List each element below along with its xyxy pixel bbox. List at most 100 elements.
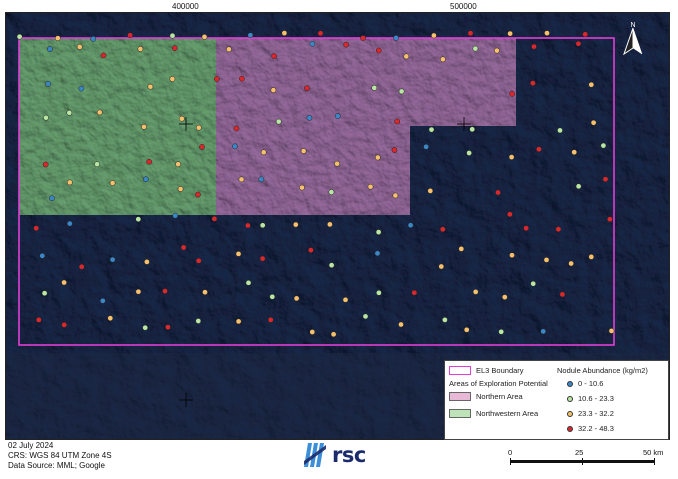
sample-point bbox=[45, 80, 52, 87]
legend-class-4: 32.2 - 48.3 bbox=[567, 424, 614, 433]
sample-point bbox=[309, 40, 316, 47]
sample-point bbox=[575, 183, 582, 190]
footer-date: 02 July 2024 bbox=[8, 441, 54, 450]
sample-point bbox=[608, 328, 615, 334]
scale-bar: 0 25 50 km bbox=[505, 448, 670, 474]
sample-point bbox=[530, 80, 536, 86]
class-4-dot bbox=[567, 425, 573, 432]
sample-point bbox=[271, 53, 277, 59]
class-1-label: 0 - 10.6 bbox=[578, 379, 604, 388]
sample-point bbox=[171, 45, 178, 51]
sample-point bbox=[195, 191, 201, 198]
sample-point bbox=[232, 143, 238, 150]
sample-point bbox=[394, 118, 401, 125]
legend-northwestern-label: Northwestern Area bbox=[476, 409, 539, 418]
sample-point bbox=[374, 250, 381, 257]
sample-point bbox=[66, 220, 73, 227]
x-tick-500000: 500000 bbox=[450, 2, 477, 11]
sample-point bbox=[135, 288, 142, 295]
sample-point bbox=[367, 183, 374, 190]
legend-northern-label: Northern Area bbox=[476, 392, 523, 401]
sample-point bbox=[374, 154, 381, 161]
sample-point bbox=[66, 109, 73, 116]
sample-point bbox=[463, 326, 470, 333]
sample-point bbox=[428, 126, 435, 133]
sample-point bbox=[328, 262, 335, 269]
legend-class-3: 23.3 - 32.2 bbox=[567, 409, 614, 418]
sample-point bbox=[275, 118, 282, 125]
legend-boundary: EL3 Boundary bbox=[449, 366, 524, 375]
sample-point bbox=[96, 109, 103, 116]
sample-point bbox=[169, 76, 176, 82]
sample-point bbox=[238, 176, 245, 183]
sample-point bbox=[299, 184, 305, 191]
sample-point bbox=[259, 255, 266, 262]
sample-point bbox=[582, 31, 589, 38]
sample-point bbox=[245, 279, 252, 286]
sample-point bbox=[211, 215, 218, 222]
northwestern-swatch bbox=[449, 409, 471, 418]
sample-point bbox=[403, 53, 410, 60]
legend-class-1: 0 - 10.6 bbox=[567, 379, 603, 388]
sample-point bbox=[175, 161, 181, 168]
sample-point bbox=[165, 324, 171, 331]
north-arrow-icon: N bbox=[623, 22, 643, 56]
sample-point bbox=[523, 225, 529, 232]
scale-label-50: 50 km bbox=[643, 448, 664, 457]
sample-point bbox=[543, 257, 550, 263]
sample-point bbox=[99, 297, 106, 304]
sample-point bbox=[41, 290, 48, 297]
sample-point bbox=[531, 43, 537, 50]
sample-point bbox=[195, 257, 202, 264]
sample-point bbox=[530, 280, 537, 287]
sample-point bbox=[47, 46, 53, 52]
sample-point bbox=[306, 114, 313, 121]
svg-text:N: N bbox=[630, 22, 635, 29]
sample-point bbox=[442, 317, 448, 323]
logo-text: rsc bbox=[332, 443, 366, 467]
sample-point bbox=[100, 52, 107, 59]
sample-point bbox=[180, 244, 187, 251]
sample-point bbox=[135, 216, 142, 223]
sample-point bbox=[281, 30, 288, 36]
sample-point bbox=[469, 126, 476, 133]
sample-point bbox=[590, 119, 597, 126]
sample-point bbox=[66, 179, 73, 186]
sample-point bbox=[195, 124, 202, 131]
northern-swatch bbox=[449, 392, 471, 401]
class-1-dot bbox=[567, 380, 573, 387]
sample-point bbox=[239, 75, 245, 82]
sample-point bbox=[109, 180, 116, 186]
logo-stripes-icon bbox=[304, 443, 326, 467]
sample-point bbox=[334, 113, 341, 119]
sample-point bbox=[431, 32, 437, 39]
sample-point bbox=[342, 296, 349, 303]
rsc-logo: rsc bbox=[302, 441, 366, 469]
class-2-label: 10.6 - 23.3 bbox=[578, 394, 614, 403]
sample-point bbox=[501, 294, 508, 300]
sample-point bbox=[391, 147, 398, 153]
scale-bar-tick-right bbox=[654, 458, 655, 465]
sample-point bbox=[458, 246, 465, 252]
sample-point bbox=[472, 289, 479, 295]
sample-point bbox=[427, 188, 434, 194]
sample-point bbox=[495, 189, 501, 196]
scale-bar-tick-left bbox=[510, 458, 511, 465]
sample-point bbox=[507, 211, 513, 218]
sample-point bbox=[94, 161, 100, 168]
class-3-dot bbox=[567, 410, 573, 417]
sample-point bbox=[90, 36, 97, 42]
scale-bar-tick-mid bbox=[582, 458, 583, 465]
sample-point bbox=[259, 222, 266, 229]
sample-point bbox=[43, 114, 49, 121]
legend-area-northern: Northern Area bbox=[449, 392, 523, 401]
sample-point bbox=[267, 317, 274, 323]
sample-point bbox=[375, 229, 382, 235]
sample-point bbox=[411, 289, 418, 296]
sample-point bbox=[162, 288, 168, 294]
legend-areas-heading: Areas of Exploration Potential bbox=[449, 379, 548, 388]
sample-point bbox=[177, 186, 184, 192]
sample-point bbox=[235, 251, 242, 257]
sample-point bbox=[235, 318, 242, 325]
sample-point bbox=[258, 176, 265, 183]
